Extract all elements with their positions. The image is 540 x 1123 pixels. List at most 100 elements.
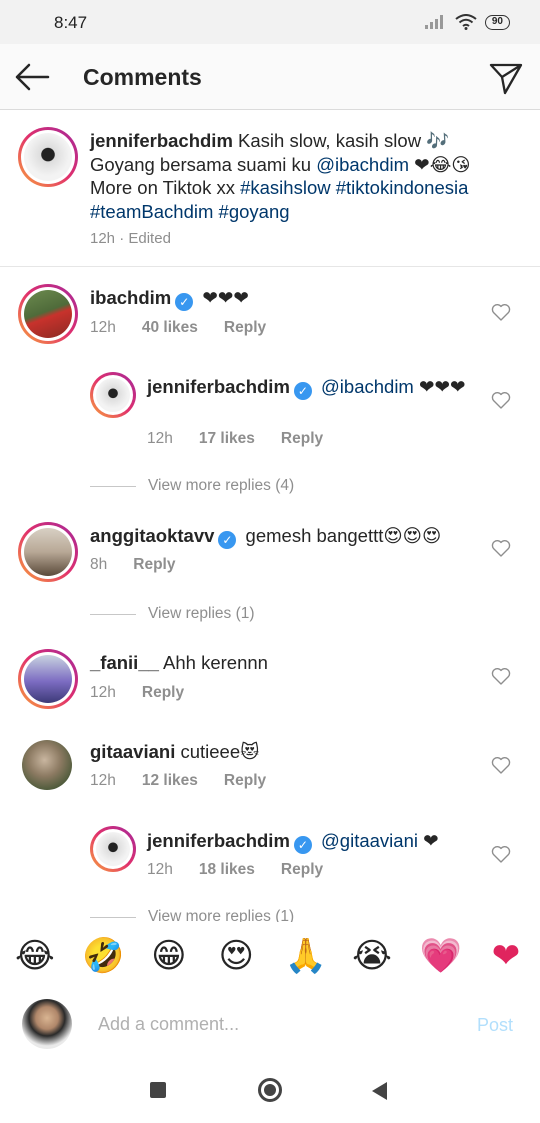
avatar[interactable] <box>18 649 78 709</box>
reply-button[interactable]: Reply <box>281 861 323 879</box>
comment-mention[interactable]: @gitaaviani <box>321 830 418 851</box>
reply-button[interactable]: Reply <box>224 772 266 790</box>
wifi-icon <box>455 14 477 30</box>
comment-time: 12h <box>90 319 116 336</box>
comment-meta: 8h Reply <box>90 556 175 574</box>
comment-text: gitaaviani cutieee😻 <box>90 740 259 764</box>
comment-meta: 12h 12 likes Reply <box>90 772 266 790</box>
comment-body: ❤❤❤ <box>413 376 466 397</box>
caption-mention[interactable]: @ibachdim <box>316 154 409 175</box>
battery-icon: 90 <box>484 14 510 30</box>
status-icons: 90 <box>424 14 510 30</box>
comment-username[interactable]: jenniferbachdim <box>147 830 290 851</box>
reply-button[interactable]: Reply <box>281 430 323 448</box>
comment-time: 8h <box>90 556 108 573</box>
caption-edited: Edited <box>128 230 171 247</box>
status-time: 8:47 <box>54 13 88 32</box>
emoji-pray[interactable]: 🙏 <box>285 936 327 976</box>
status-bar: 8:47 90 <box>0 0 540 44</box>
like-heart-icon[interactable] <box>491 391 511 409</box>
emoji-grin[interactable]: 😁 <box>150 936 188 976</box>
emoji-crying[interactable]: 😭 <box>352 936 392 976</box>
post-button[interactable]: Post <box>477 1015 513 1036</box>
comment-text: ibachdim ✓ ❤❤❤ <box>90 286 249 311</box>
divider <box>90 613 136 615</box>
send-icon[interactable] <box>488 60 524 96</box>
comment-body: cutieee😻 <box>180 741 260 762</box>
view-replies-label: View replies (1) <box>148 605 255 622</box>
signal-icon <box>424 15 443 29</box>
view-more-replies-label: View more replies (4) <box>148 477 295 494</box>
comment-meta: 12h 40 likes Reply <box>90 319 266 337</box>
divider <box>90 916 136 918</box>
like-heart-icon[interactable] <box>491 303 511 321</box>
post-caption: jenniferbachdim Kasih slow, kasih slow 🎶… <box>0 110 540 267</box>
view-more-replies[interactable]: View more replies (4) <box>90 477 294 495</box>
back-triangle-icon[interactable] <box>372 1082 387 1100</box>
comment-meta: 12h 18 likes Reply <box>147 861 323 879</box>
reply-button[interactable]: Reply <box>224 319 266 337</box>
comment-time: 12h <box>147 861 173 878</box>
comment-body: ❤ <box>417 830 439 851</box>
reply-button[interactable]: Reply <box>142 684 184 702</box>
comment-body: ❤❤❤ <box>202 287 249 308</box>
comment-username[interactable]: jenniferbachdim <box>147 376 290 397</box>
comments-header: Comments <box>0 44 540 110</box>
caption-meta: 12h · Edited <box>90 230 171 247</box>
emoji-heart-eyes[interactable]: 😍 <box>217 936 255 976</box>
comment-likes[interactable]: 40 likes <box>142 319 198 337</box>
avatar[interactable] <box>18 284 78 344</box>
verified-badge-icon: ✓ <box>175 293 194 311</box>
current-user-avatar <box>22 999 72 1049</box>
verified-badge-icon: ✓ <box>293 836 312 854</box>
comment-meta: 12h 17 likes Reply <box>147 430 323 448</box>
comment-time: 12h <box>90 684 116 701</box>
comment-username[interactable]: ibachdim <box>90 287 171 308</box>
comment-text: jenniferbachdim ✓ @ibachdim ❤❤❤ <box>147 375 477 400</box>
comment-composer: Post <box>0 990 540 1058</box>
comment-meta: 12h Reply <box>90 684 184 702</box>
like-heart-icon[interactable] <box>491 756 511 774</box>
like-heart-icon[interactable] <box>491 845 511 863</box>
emoji-rofl[interactable]: 🤣 <box>82 936 124 976</box>
comment-body: gemesh bangettt😍😍😍 <box>245 525 442 546</box>
view-replies[interactable]: View replies (1) <box>90 605 255 623</box>
caption-username[interactable]: jenniferbachdim <box>90 130 233 151</box>
comment-likes[interactable]: 18 likes <box>199 861 255 879</box>
comment-text: anggitaoktavv ✓ gemesh bangettt😍😍😍 <box>90 524 441 549</box>
page-title: Comments <box>83 64 202 90</box>
back-arrow-icon[interactable] <box>14 62 50 92</box>
emoji-growing-heart[interactable]: 💗 <box>420 936 462 976</box>
like-heart-icon[interactable] <box>491 539 511 557</box>
verified-badge-icon: ✓ <box>293 382 312 400</box>
emoji-red-heart[interactable]: ❤ <box>487 936 525 976</box>
comment-text: jenniferbachdim ✓ @gitaaviani ❤ <box>147 829 477 854</box>
emoji-bar: 😂 🤣 😁 😍 🙏 😭 💗 ❤ <box>0 922 540 990</box>
comment-input[interactable] <box>98 1014 458 1035</box>
comment-text: _fanii__ Ahh kerennn <box>90 651 268 675</box>
comment-likes[interactable]: 12 likes <box>142 772 198 790</box>
comment-time: 12h <box>147 430 173 447</box>
comment-username[interactable]: anggitaoktavv <box>90 525 214 546</box>
comment-time: 12h <box>90 772 116 789</box>
comment-body: Ahh kerennn <box>163 652 268 673</box>
caption-text: jenniferbachdim Kasih slow, kasih slow 🎶… <box>90 129 510 223</box>
avatar[interactable] <box>22 740 72 790</box>
divider <box>90 485 136 487</box>
avatar[interactable] <box>90 826 136 872</box>
emoji-tears-of-joy[interactable]: 😂 <box>15 936 55 976</box>
home-icon[interactable] <box>258 1078 282 1102</box>
reply-button[interactable]: Reply <box>133 556 175 574</box>
verified-badge-icon: ✓ <box>218 531 237 549</box>
caption-time: 12h <box>90 230 116 247</box>
comment-username[interactable]: gitaaviani <box>90 741 175 762</box>
avatar[interactable] <box>18 127 78 187</box>
avatar[interactable] <box>90 372 136 418</box>
comment-likes[interactable]: 17 likes <box>199 430 255 448</box>
system-nav-bar <box>0 1058 540 1123</box>
avatar[interactable] <box>18 522 78 582</box>
comment-mention[interactable]: @ibachdim <box>321 376 414 397</box>
recents-icon[interactable] <box>150 1082 166 1098</box>
comment-username[interactable]: _fanii__ <box>90 652 159 673</box>
like-heart-icon[interactable] <box>491 667 511 685</box>
